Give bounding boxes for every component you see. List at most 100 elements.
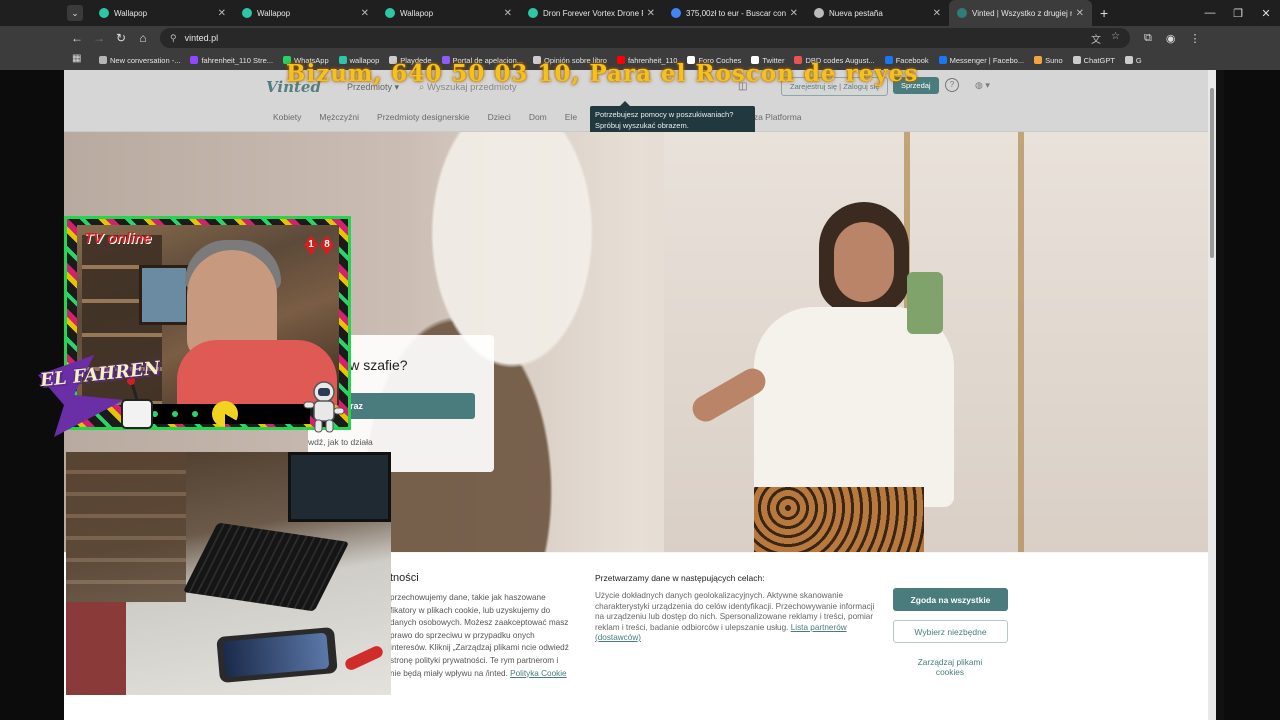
bookmark-favicon-icon (190, 56, 199, 64)
hero-model-face (834, 222, 894, 302)
page-scrollbar[interactable] (1208, 70, 1216, 720)
choose-necessary-button[interactable]: Wybierz niezbędne (893, 620, 1008, 643)
cookie-title: tności (390, 572, 419, 584)
tab-6[interactable]: Vinted | Wszystko z drugiej ręki ✕ (949, 0, 1092, 26)
tab-5[interactable]: Nueva pestaña ✕ (806, 0, 949, 26)
bookmark-label: G (1135, 55, 1142, 65)
bookmark-star-icon[interactable]: ☆ (1111, 31, 1120, 46)
tab-label: Wallapop (257, 8, 291, 18)
home-icon[interactable]: ⌂ (132, 31, 154, 45)
nav-item[interactable]: Mężczyźni (319, 112, 359, 122)
tab-2[interactable]: Wallapop ✕ (377, 0, 520, 26)
purposes-text: Użycie dokładnych danych geolokalizacyjn… (595, 591, 877, 644)
bookmark-favicon-icon (1124, 56, 1133, 64)
bookmark-item[interactable]: fahrenheit_110 Stre... (187, 56, 276, 65)
webcam-poster (139, 265, 189, 325)
apps-grid-icon[interactable]: ▦ (72, 53, 81, 64)
tab-close-icon[interactable]: ✕ (218, 8, 226, 19)
tab-search-icon[interactable]: ⌄ (67, 5, 83, 21)
nav-item[interactable]: Dom (529, 112, 547, 122)
desk-monitor (288, 452, 391, 522)
window-controls: — ❐ ✕ (1196, 0, 1280, 26)
bookmark-item[interactable]: Messenger | Facebo... (936, 56, 1027, 65)
bookmark-item[interactable]: Suno (1031, 56, 1066, 65)
bookmark-item[interactable]: New conversation -... (96, 56, 183, 65)
bookmark-label: Suno (1045, 55, 1063, 65)
browser-toolbar: ← → ↻ ⌂ ⚲ vinted.pl 文 ☆ ⧉ ◉ ⋮ (0, 26, 1280, 50)
menu-icon[interactable]: ⋮ (1189, 32, 1200, 45)
bookmark-item[interactable]: ChatGPT (1070, 56, 1118, 65)
tab-label: Wallapop (114, 8, 148, 18)
tab-0[interactable]: Wallapop ✕ (91, 0, 234, 26)
forward-icon[interactable]: → (88, 31, 110, 45)
desk-red-object (66, 602, 126, 695)
nav-item[interactable]: Ele (565, 112, 577, 122)
site-info-icon[interactable]: ⚲ (170, 33, 177, 44)
desk-keyboard (182, 522, 350, 612)
tab-favicon-icon (242, 8, 252, 18)
help-icon[interactable]: ? (945, 78, 959, 92)
right-margin (1224, 70, 1280, 720)
tab-close-icon[interactable]: ✕ (933, 8, 941, 19)
tab-close-icon[interactable]: ✕ (361, 8, 369, 19)
bookmark-favicon-icon (1034, 56, 1043, 64)
close-window-icon[interactable]: ✕ (1252, 0, 1280, 26)
bookmark-favicon-icon (99, 56, 107, 64)
back-icon[interactable]: ← (66, 31, 88, 45)
new-tab-icon[interactable]: + (1100, 5, 1108, 21)
address-bar[interactable]: ⚲ vinted.pl 文 ☆ (160, 28, 1130, 48)
hero-model-phone (907, 272, 943, 334)
nav-item[interactable]: Przedmioty designerskie (377, 112, 470, 122)
reload-icon[interactable]: ↻ (110, 31, 132, 45)
how-it-works-link[interactable]: wdź, jak to działa (308, 437, 373, 447)
bookmark-label: Messenger | Facebo... (949, 55, 1025, 65)
restore-icon[interactable]: ❐ (1224, 0, 1252, 26)
age-digit-2: 8 (320, 235, 334, 255)
hero-model-shirt (754, 307, 954, 507)
translate-icon[interactable]: 文 (1091, 31, 1101, 46)
tab-label: Nueva pestaña (829, 8, 883, 18)
pellet-icon (172, 411, 178, 417)
tab-4[interactable]: 375,00zł to eur - Buscar con G ✕ (663, 0, 806, 26)
language-selector[interactable]: ◍ ▾ (975, 80, 990, 91)
minimize-icon[interactable]: — (1196, 0, 1224, 26)
browser-tab-strip: ⌄ Wallapop ✕ Wallapop ✕ Wallapop ✕ Dron Foreve… (0, 0, 1280, 26)
tab-favicon-icon (957, 8, 967, 18)
desk-camera (66, 452, 391, 695)
tab-close-icon[interactable]: ✕ (504, 8, 512, 19)
tab-label: Wallapop (400, 8, 434, 18)
bookmark-item[interactable]: G (1122, 56, 1145, 65)
tab-favicon-icon (528, 8, 538, 18)
tab-favicon-icon (385, 8, 395, 18)
nav-item[interactable]: Kobiety (273, 112, 301, 122)
manage-cookies-link[interactable]: Zarządzaj plikami cookies (910, 657, 990, 677)
tab-label: 375,00zł to eur - Buscar con G (686, 8, 786, 18)
tab-close-icon[interactable]: ✕ (1076, 8, 1084, 19)
tab-close-icon[interactable]: ✕ (790, 8, 798, 19)
scrollbar-thumb[interactable] (1210, 88, 1214, 258)
url-text: vinted.pl (184, 33, 219, 43)
tab-1[interactable]: Wallapop ✕ (234, 0, 377, 26)
accept-all-button[interactable]: Zgoda na wszystkie (893, 588, 1008, 611)
cookie-body: przechowujemy dane, takie jak haszowane … (390, 593, 569, 678)
profile-icon[interactable]: ◉ (1166, 32, 1176, 45)
tv-online-label: TV online (84, 230, 152, 247)
tab-close-icon[interactable]: ✕ (647, 8, 655, 19)
tab-list: Wallapop ✕ Wallapop ✕ Wallapop ✕ Dron Forever … (91, 0, 1092, 26)
tab-3[interactable]: Dron Forever Vortex Drone Rc ✕ (520, 0, 663, 26)
pellet-icon (192, 411, 198, 417)
desk-lighter (343, 644, 385, 672)
nav-item[interactable]: Dzieci (488, 112, 511, 122)
hero-model-skirt (754, 487, 924, 552)
extensions-icon[interactable]: ⧉ (1144, 32, 1152, 45)
age-rating-badge: 1 8 (304, 235, 334, 255)
tab-favicon-icon (671, 8, 681, 18)
pacman-bar (140, 401, 310, 427)
astronaut-icon (303, 381, 345, 433)
bookmark-label: fahrenheit_110 Stre... (201, 55, 274, 65)
pacman-icon (212, 401, 238, 427)
cookie-policy-link[interactable]: Polityka Cookie (510, 669, 566, 678)
tab-label: Vinted | Wszystko z drugiej ręki (972, 8, 1072, 18)
donation-banner: Bizum, 640 50 03 10, Para el Roscon de r… (286, 60, 919, 87)
tab-label: Dron Forever Vortex Drone Rc (543, 8, 643, 18)
